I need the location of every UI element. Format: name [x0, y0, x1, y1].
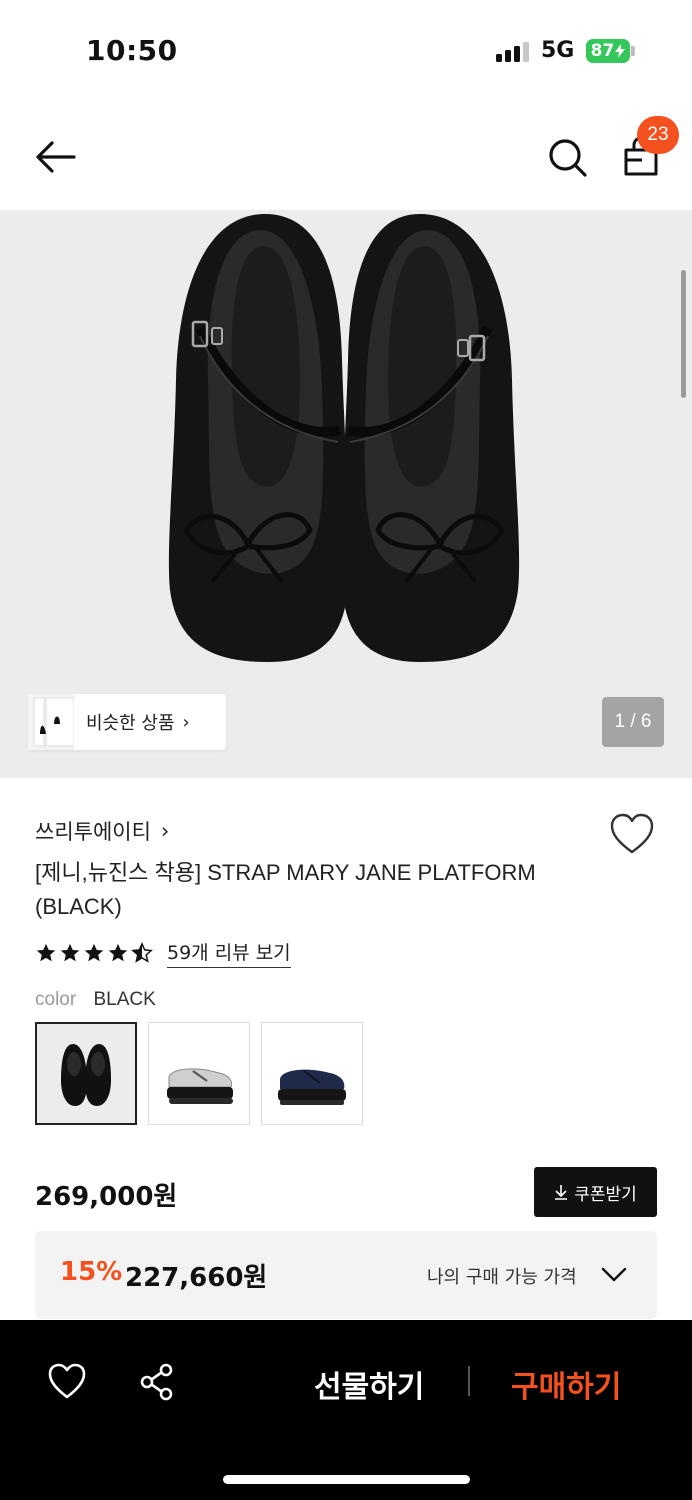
- product-image: [168, 214, 520, 662]
- share-button[interactable]: [138, 1362, 176, 1402]
- image-pager: 1 / 6: [602, 697, 664, 747]
- product-image-carousel[interactable]: 비슷한 상품 › 1 / 6: [0, 210, 692, 778]
- brand-link[interactable]: 쓰리투에이티 ›: [35, 816, 169, 846]
- chevron-down-icon: [601, 1267, 627, 1282]
- heart-icon: [48, 1363, 86, 1399]
- battery-level: 87: [590, 41, 615, 61]
- search-button[interactable]: [544, 134, 590, 180]
- bottom-wishlist-button[interactable]: [47, 1362, 87, 1402]
- heart-icon: [610, 813, 654, 854]
- coupon-label: 쿠폰받기: [574, 1184, 637, 1205]
- buy-button[interactable]: 구매하기: [511, 1362, 621, 1406]
- network-type: 5G: [541, 38, 575, 63]
- rating-row: 59개 리뷰 보기: [35, 938, 291, 968]
- navy-shoe-thumbnail: [278, 1069, 346, 1105]
- chevron-right-icon: ›: [160, 819, 170, 843]
- cart-count-badge: 23: [637, 116, 679, 154]
- star-icon: [60, 943, 80, 962]
- image-scrollbar[interactable]: [681, 270, 686, 398]
- bottom-action-bar: 선물하기 구매하기: [0, 1320, 692, 1500]
- color-options: [35, 1022, 363, 1125]
- color-row: color BLACK: [35, 989, 156, 1011]
- discount-rate: 15%: [60, 1257, 123, 1287]
- status-bar: 10:50 5G 87: [0, 0, 692, 100]
- status-time: 10:50: [86, 34, 178, 67]
- star-icon: [108, 943, 128, 962]
- search-icon: [549, 139, 587, 177]
- discount-price-panel[interactable]: 15% 227,660원 나의 구매 가능 가격: [35, 1231, 657, 1319]
- star-rating: [35, 942, 153, 964]
- color-value: BLACK: [93, 989, 156, 1010]
- divider: [468, 1366, 470, 1396]
- gift-button[interactable]: 선물하기: [314, 1362, 424, 1406]
- original-price: 269,000원: [35, 1182, 178, 1212]
- back-button[interactable]: [30, 135, 80, 179]
- download-icon: [555, 1185, 568, 1200]
- brand-name: 쓰리투에이티: [35, 820, 151, 844]
- product-title: [제니,뉴진스 착용] STRAP MARY JANE PLATFORM (BL…: [35, 860, 536, 919]
- similar-products-label: 비슷한 상품: [86, 713, 175, 734]
- black-shoe-thumbnail: [61, 1044, 111, 1106]
- color-label: color: [35, 989, 77, 1010]
- similar-products-button[interactable]: 비슷한 상품 ›: [28, 694, 226, 750]
- back-arrow-icon: [36, 141, 76, 173]
- color-option-black[interactable]: [35, 1022, 137, 1125]
- half-star-icon: [131, 942, 153, 963]
- signal-icon: [496, 42, 529, 62]
- chevron-right-icon: ›: [182, 711, 190, 733]
- similar-product-thumbnail: [28, 694, 74, 750]
- wishlist-button[interactable]: [608, 812, 656, 856]
- silver-shoe-thumbnail: [167, 1068, 233, 1104]
- star-icon: [36, 943, 56, 962]
- top-navigation: [0, 100, 692, 210]
- battery-icon: 87: [586, 39, 630, 63]
- coupon-download-button[interactable]: 쿠폰받기: [534, 1167, 657, 1217]
- star-icon: [84, 943, 104, 962]
- my-price-label: 나의 구매 가능 가격: [427, 1267, 577, 1288]
- discount-price: 227,660원: [125, 1263, 268, 1293]
- battery-tip: [631, 46, 635, 56]
- reviews-link[interactable]: 59개 리뷰 보기: [167, 938, 291, 968]
- share-icon: [140, 1363, 173, 1401]
- color-option-silver[interactable]: [148, 1022, 250, 1125]
- home-indicator[interactable]: [223, 1475, 470, 1484]
- color-option-navy[interactable]: [261, 1022, 363, 1125]
